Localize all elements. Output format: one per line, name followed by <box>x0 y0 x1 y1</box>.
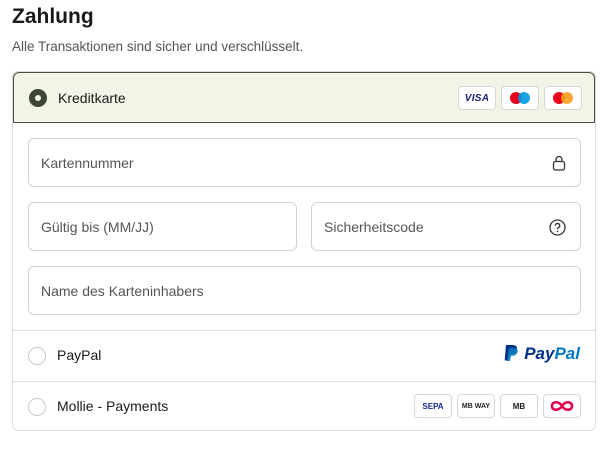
mastercard-icon <box>544 86 582 110</box>
visa-logo-text: VISA <box>464 92 490 104</box>
lock-icon <box>552 155 566 171</box>
mollie-option-label: Mollie - Payments <box>57 398 169 414</box>
multibanco-icon: MB <box>500 394 538 418</box>
paypal-pay-text: Pay <box>524 344 555 363</box>
paypal-icon <box>504 345 518 361</box>
paypal-pal-text: Pal <box>554 344 580 363</box>
page-subtitle: Alle Transaktionen sind sicher und versc… <box>12 39 304 54</box>
mollie-radio[interactable] <box>28 398 46 416</box>
multibanco-logo-text: MB <box>512 401 526 411</box>
card-radio[interactable] <box>29 89 47 107</box>
card-number-input[interactable] <box>29 139 580 186</box>
payment-option-card[interactable]: Kreditkarte VISA <box>13 72 595 123</box>
page-title: Zahlung <box>12 5 94 28</box>
payment-methods-box: Kreditkarte VISA Kartennummer Gültig bis… <box>12 71 596 431</box>
sepa-logo-text: SEPA <box>422 401 444 411</box>
mbway-icon: MB WAY <box>457 394 495 418</box>
card-option-label: Kreditkarte <box>58 90 126 106</box>
mbway-logo-text: MB WAY <box>461 402 491 410</box>
help-icon[interactable] <box>549 219 566 236</box>
expiry-input[interactable] <box>29 203 296 250</box>
cardholder-name-input[interactable] <box>29 267 580 314</box>
sepa-icon: SEPA <box>414 394 452 418</box>
infinity-icon <box>543 394 581 418</box>
card-number-field[interactable] <box>28 138 581 187</box>
paypal-radio[interactable] <box>28 347 46 365</box>
paypal-logo: PayPal <box>503 344 580 364</box>
paypal-option-label: PayPal <box>57 347 102 363</box>
expiry-field[interactable] <box>28 202 297 251</box>
maestro-icon <box>501 86 539 110</box>
visa-icon: VISA <box>458 86 496 110</box>
cvc-field[interactable] <box>311 202 581 251</box>
cardholder-name-field[interactable] <box>28 266 581 315</box>
cvc-input[interactable] <box>312 203 580 250</box>
